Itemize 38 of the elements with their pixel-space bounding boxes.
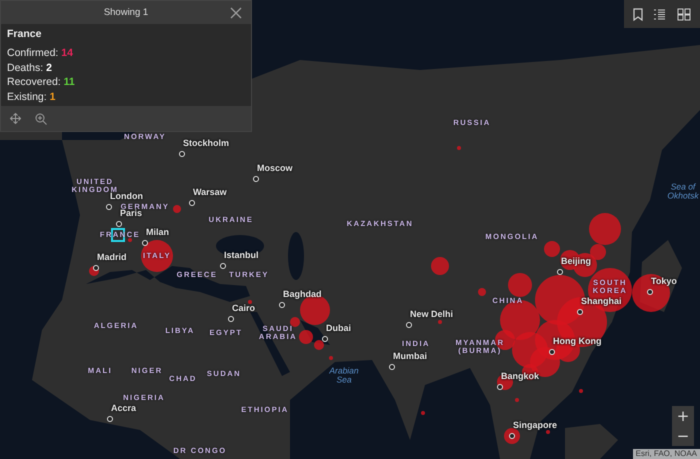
sea-area	[288, 232, 304, 280]
city-label: Warsaw	[193, 188, 227, 198]
zoom-in-button[interactable]: +	[672, 406, 694, 426]
case-bubble[interactable]	[141, 240, 173, 272]
city-label: Beijing	[561, 257, 592, 267]
zoom-out-button[interactable]: −	[672, 426, 694, 446]
close-icon[interactable]	[230, 7, 242, 19]
move-icon[interactable]	[10, 113, 21, 124]
city-label: Cairo	[232, 304, 256, 314]
sea-label: Arabian Sea	[329, 366, 359, 386]
bookmark-icon[interactable]	[633, 8, 644, 20]
city-label: Dubai	[326, 324, 352, 334]
zoom-in-icon[interactable]	[35, 112, 47, 125]
city-label: Paris	[120, 209, 142, 219]
field-text: Confirmed: 14	[7, 46, 74, 61]
popup-header: Showing 1	[104, 7, 148, 18]
sea-label: Sea of Okhotsk	[667, 182, 699, 202]
city-label: Moscow	[257, 164, 293, 174]
attribution-text: Esri, FAO, NOAA	[632, 449, 700, 459]
grid-icon[interactable]	[676, 8, 691, 20]
city-label: Shanghai	[581, 297, 622, 307]
island	[565, 424, 618, 459]
city-label: New Delhi	[410, 310, 454, 320]
city-label: London	[110, 192, 143, 202]
field-text: Existing: 1	[7, 90, 56, 104]
city-label: Milan	[146, 228, 170, 238]
city-label: Baghdad	[283, 290, 322, 300]
city-label: Stockholm	[183, 139, 230, 149]
field-text: Deaths: 2	[7, 60, 53, 76]
city-label: Mumbai	[393, 352, 428, 362]
city-label: Accra	[111, 404, 136, 414]
list-icon[interactable]	[653, 8, 666, 20]
feature-title: France	[7, 28, 42, 40]
case-bubble[interactable]	[504, 428, 520, 444]
field-text: Recovered: 11	[7, 75, 76, 90]
city-label: Istanbul	[224, 251, 259, 261]
city-label: Madrid	[97, 253, 127, 263]
city-label: Singapore	[513, 421, 558, 431]
